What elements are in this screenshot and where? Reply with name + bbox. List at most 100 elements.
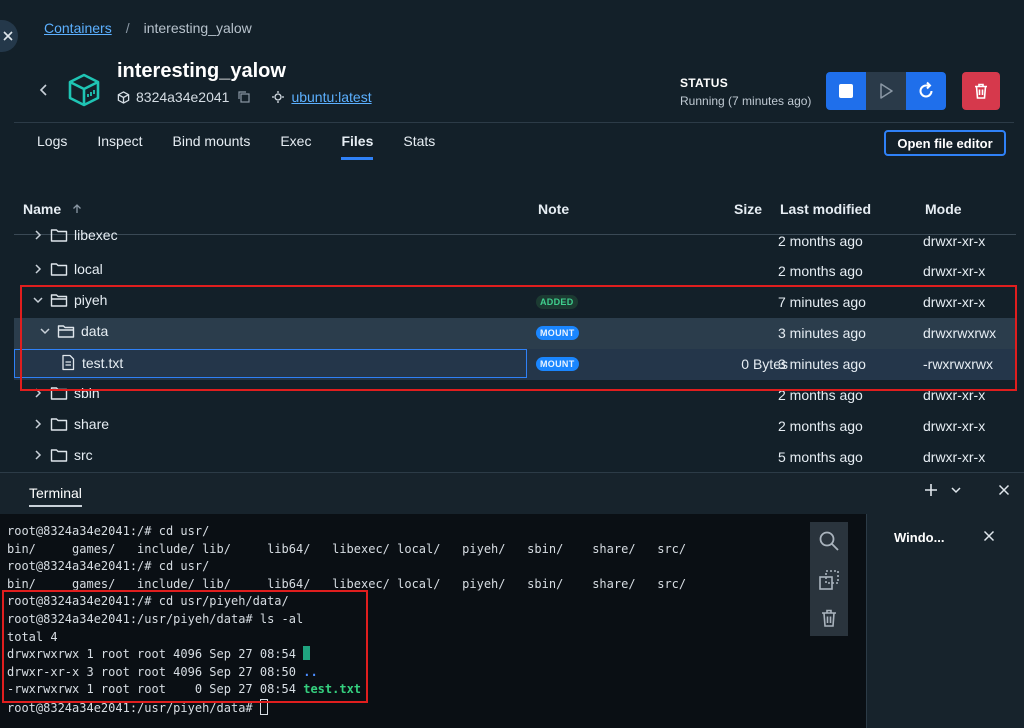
arrow-up-icon bbox=[73, 204, 81, 213]
plus-icon[interactable] bbox=[924, 483, 938, 497]
trash-icon[interactable] bbox=[819, 608, 839, 628]
chevron-right-icon[interactable] bbox=[32, 229, 44, 241]
chevron-right-icon[interactable] bbox=[32, 449, 44, 461]
last-modified: 2 months ago bbox=[778, 387, 863, 403]
file-name: libexec bbox=[74, 227, 118, 243]
start-button[interactable] bbox=[866, 72, 906, 110]
container-name: interesting_yalow bbox=[117, 60, 286, 82]
added-badge: ADDED bbox=[536, 295, 578, 309]
breadcrumb-separator: / bbox=[125, 20, 130, 36]
terminal-line: bin/ games/ include/ lib/ lib64/ libexec… bbox=[7, 541, 687, 556]
container-meta: 8324a34e2041 ubuntu:latest bbox=[117, 89, 372, 105]
terminal-output[interactable]: root@8324a34e2041:/# cd usr/ bin/ games/… bbox=[0, 514, 866, 728]
column-header-name[interactable]: Name bbox=[23, 201, 83, 217]
terminal-line: drwxr-xr-x 3 root root 4096 Sep 27 08:50… bbox=[7, 664, 318, 679]
column-header-size[interactable]: Size bbox=[734, 201, 762, 217]
last-modified: 7 minutes ago bbox=[778, 294, 866, 310]
restart-button[interactable] bbox=[906, 72, 946, 110]
column-header-modified[interactable]: Last modified bbox=[780, 201, 871, 217]
chevron-left-icon[interactable] bbox=[36, 82, 52, 98]
image-icon bbox=[272, 91, 285, 103]
folder-icon bbox=[50, 387, 68, 400]
last-modified: 5 months ago bbox=[778, 449, 863, 465]
sidebar-toggle-button[interactable] bbox=[0, 20, 18, 52]
tab-logs[interactable]: Logs bbox=[22, 133, 82, 159]
terminal-tools bbox=[924, 483, 1010, 497]
tab-inspect[interactable]: Inspect bbox=[82, 133, 157, 159]
file-list: libexec 2 months ago drwxr-xr-x local 2 … bbox=[14, 225, 1016, 469]
file-mode: drwxrwxrwx bbox=[923, 325, 997, 341]
table-row[interactable]: share 2 months ago drwxr-xr-x bbox=[14, 411, 1016, 442]
terminal-line: root@8324a34e2041:/# cd usr/ bbox=[7, 524, 210, 538]
mount-badge: MOUNT bbox=[536, 326, 579, 340]
last-modified: 2 months ago bbox=[778, 263, 863, 279]
image-link[interactable]: ubuntu:latest bbox=[291, 89, 371, 105]
container-icon bbox=[68, 73, 100, 107]
file-name: data bbox=[81, 323, 109, 339]
breadcrumb-containers-link[interactable]: Containers bbox=[44, 20, 112, 36]
file-name: sbin bbox=[74, 385, 100, 401]
last-modified: 2 months ago bbox=[778, 233, 863, 249]
table-row[interactable]: piyeh ADDED 7 minutes ago drwxr-xr-x bbox=[14, 287, 1016, 318]
container-controls bbox=[826, 72, 946, 110]
chevron-right-icon[interactable] bbox=[32, 263, 44, 275]
terminal-toolbar bbox=[810, 522, 848, 636]
terminal-header: Terminal bbox=[0, 472, 1024, 515]
file-name: test.txt bbox=[82, 354, 124, 371]
folder-icon bbox=[50, 418, 68, 431]
tab-files[interactable]: Files bbox=[326, 133, 388, 160]
close-icon[interactable] bbox=[983, 530, 995, 542]
stop-icon bbox=[839, 84, 853, 98]
terminal-line: total 4 bbox=[7, 629, 58, 644]
side-panel-title: Windo... bbox=[894, 530, 945, 545]
table-row[interactable]: src 5 months ago drwxr-xr-x bbox=[14, 442, 1016, 469]
delete-button[interactable] bbox=[962, 72, 1000, 110]
tab-stats[interactable]: Stats bbox=[388, 133, 450, 159]
folder-icon bbox=[50, 229, 68, 242]
chevron-right-icon[interactable] bbox=[32, 418, 44, 430]
breadcrumb-current: interesting_yalow bbox=[143, 20, 252, 36]
terminal-line: root@8324a34e2041:/usr/piyeh/data# ls -a… bbox=[7, 611, 304, 626]
folder-icon bbox=[50, 449, 68, 462]
table-row[interactable]: sbin 2 months ago drwxr-xr-x bbox=[14, 380, 1016, 411]
terminal-line: bin/ games/ include/ lib/ lib64/ libexec… bbox=[7, 576, 687, 591]
chevron-down-icon[interactable] bbox=[950, 484, 962, 496]
file-mode: drwxr-xr-x bbox=[923, 294, 986, 310]
trash-icon bbox=[975, 83, 987, 99]
open-file-editor-button[interactable]: Open file editor bbox=[884, 130, 1006, 156]
last-modified: 3 minutes ago bbox=[778, 356, 866, 372]
terminal-line: root@8324a34e2041:/# cd usr/ bbox=[7, 559, 210, 574]
copy-icon[interactable] bbox=[237, 90, 251, 104]
terminal-cursor bbox=[259, 698, 268, 715]
table-row[interactable]: data MOUNT 3 minutes ago drwxrwxrwx bbox=[14, 318, 1016, 349]
chevron-down-icon[interactable] bbox=[32, 294, 44, 306]
file-name: share bbox=[74, 416, 110, 432]
table-row-selected[interactable]: test.txt MOUNT 0 Bytes 3 minutes ago -rw… bbox=[14, 349, 1016, 380]
search-icon[interactable] bbox=[818, 530, 840, 552]
terminal-line: drwxrwxrwx 1 root root 4096 Sep 27 08:54 bbox=[7, 646, 686, 664]
folder-icon bbox=[50, 263, 68, 276]
last-modified: 3 minutes ago bbox=[778, 325, 866, 341]
chevron-right-icon[interactable] bbox=[32, 387, 44, 399]
tab-bar: Logs Inspect Bind mounts Exec Files Stat… bbox=[22, 133, 450, 160]
close-icon[interactable] bbox=[998, 484, 1010, 496]
copy-icon[interactable] bbox=[818, 569, 840, 591]
file-name: piyeh bbox=[74, 292, 108, 308]
stop-button[interactable] bbox=[826, 72, 866, 110]
tab-bind-mounts[interactable]: Bind mounts bbox=[158, 133, 266, 159]
file-mode: drwxr-xr-x bbox=[923, 233, 986, 249]
status-label: STATUS bbox=[680, 76, 729, 90]
file-mode: -rwxrwxrwx bbox=[923, 356, 993, 372]
play-icon bbox=[880, 83, 893, 99]
dot-entry-marker bbox=[303, 646, 311, 661]
terminal-tab[interactable]: Terminal bbox=[29, 485, 82, 507]
file-name: local bbox=[74, 261, 103, 277]
file-name: src bbox=[74, 447, 93, 463]
tab-exec[interactable]: Exec bbox=[265, 133, 326, 159]
terminal-line: root@8324a34e2041:/# cd usr/piyeh/data/ bbox=[7, 594, 289, 609]
column-header-note[interactable]: Note bbox=[538, 201, 569, 217]
column-header-mode[interactable]: Mode bbox=[925, 201, 962, 217]
table-row[interactable]: libexec 2 months ago drwxr-xr-x bbox=[14, 225, 1016, 256]
chevron-down-icon[interactable] bbox=[39, 325, 51, 337]
table-row[interactable]: local 2 months ago drwxr-xr-x bbox=[14, 256, 1016, 287]
